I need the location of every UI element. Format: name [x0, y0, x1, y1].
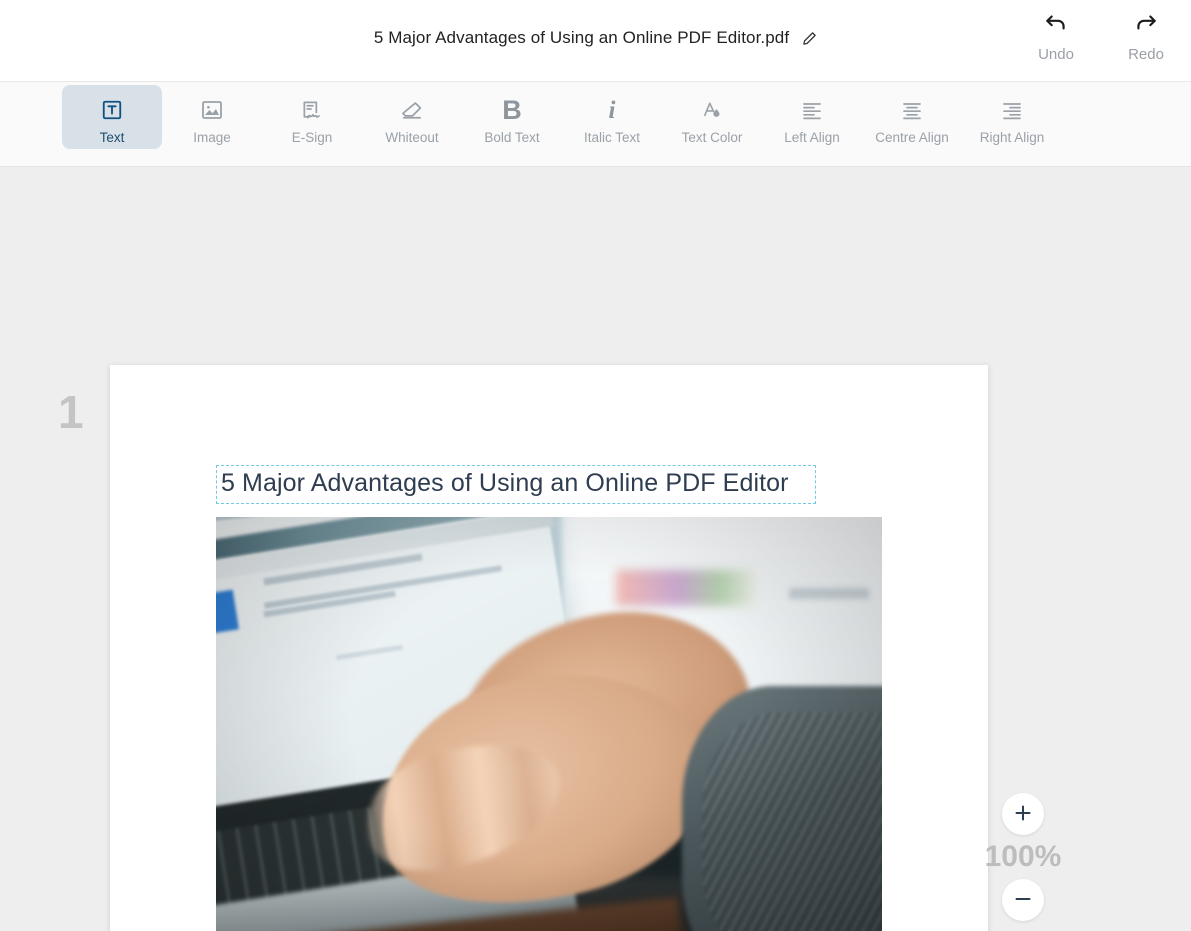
text-box-icon	[101, 95, 123, 125]
zoom-controls: 100%	[973, 793, 1073, 921]
redo-button[interactable]: Redo	[1119, 10, 1173, 63]
undo-icon	[1043, 10, 1069, 39]
header-actions: Undo Redo	[1029, 10, 1173, 63]
image-icon	[200, 95, 224, 125]
undo-label: Undo	[1038, 46, 1074, 63]
align-left-icon	[801, 95, 823, 125]
photo-vignette	[216, 517, 882, 931]
document-canvas[interactable]: 1 5 Major Advantages of Using an Online …	[0, 167, 1191, 931]
tool-italic-text[interactable]: i Italic Text	[562, 85, 662, 149]
tool-label: Text Color	[681, 130, 743, 145]
document-photo[interactable]	[216, 517, 882, 931]
page-number: 1	[58, 386, 84, 438]
tool-label: Bold Text	[484, 130, 540, 145]
document-heading[interactable]: 5 Major Advantages of Using an Online PD…	[221, 469, 811, 498]
plus-icon	[1013, 803, 1033, 826]
text-color-icon	[700, 95, 724, 125]
italic-icon: i	[608, 96, 616, 124]
tool-label: Whiteout	[385, 130, 439, 145]
zoom-level: 100%	[984, 840, 1062, 873]
bold-icon: B	[502, 94, 522, 125]
tool-text[interactable]: Text	[62, 85, 162, 149]
tool-text-color[interactable]: Text Color	[662, 85, 762, 149]
tool-whiteout[interactable]: Whiteout	[362, 85, 462, 149]
align-center-icon	[901, 95, 923, 125]
editor-toolbar: Text Image E-Sign Whiteout B Bold Text i…	[0, 82, 1191, 167]
pdf-page-1[interactable]: 5 Major Advantages of Using an Online PD…	[110, 365, 988, 931]
undo-button[interactable]: Undo	[1029, 10, 1083, 63]
pencil-icon[interactable]	[802, 31, 817, 46]
minus-icon	[1013, 889, 1033, 912]
eraser-icon	[399, 95, 425, 125]
zoom-out-button[interactable]	[1002, 879, 1044, 921]
signature-icon	[300, 95, 325, 125]
zoom-in-button[interactable]	[1002, 793, 1044, 835]
tool-right-align[interactable]: Right Align	[962, 85, 1062, 149]
document-title-area: 5 Major Advantages of Using an Online PD…	[0, 28, 1191, 48]
tool-image[interactable]: Image	[162, 85, 262, 149]
tool-label: Italic Text	[583, 130, 641, 145]
redo-label: Redo	[1128, 46, 1164, 63]
selected-text-box[interactable]: 5 Major Advantages of Using an Online PD…	[216, 465, 816, 504]
tool-label: Right Align	[979, 130, 1045, 145]
page-title: 5 Major Advantages of Using an Online PD…	[373, 28, 790, 47]
tool-label: Left Align	[784, 130, 840, 145]
app-header: 5 Major Advantages of Using an Online PD…	[0, 0, 1191, 82]
tool-label: Image	[193, 130, 231, 145]
tool-centre-align[interactable]: Centre Align	[862, 85, 962, 149]
tool-label: Text	[99, 130, 125, 145]
tool-esign[interactable]: E-Sign	[262, 85, 362, 149]
tool-label: E-Sign	[291, 130, 333, 145]
tool-label: Centre Align	[875, 130, 949, 145]
redo-icon	[1133, 10, 1159, 39]
tool-left-align[interactable]: Left Align	[762, 85, 862, 149]
pdf-editor-app: 5 Major Advantages of Using an Online PD…	[0, 0, 1191, 931]
page-content: 5 Major Advantages of Using an Online PD…	[216, 465, 882, 931]
tool-bold-text[interactable]: B Bold Text	[462, 85, 562, 149]
align-right-icon	[1001, 95, 1023, 125]
